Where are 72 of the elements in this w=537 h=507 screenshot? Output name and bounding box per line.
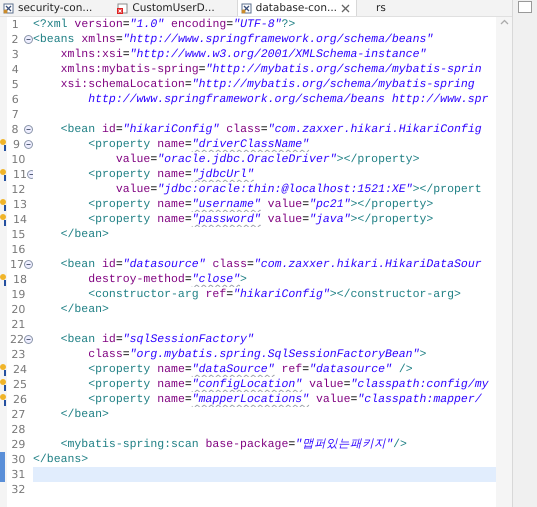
line-number: 20 xyxy=(11,303,26,316)
line-number: 3 xyxy=(12,48,20,61)
line-number: 29 xyxy=(11,438,26,451)
line-number: 12 xyxy=(11,183,26,196)
code-line: </bean> xyxy=(60,228,109,241)
code-line: xmlns:xsi="http://www.w3.org/2001/XMLSchema-instance" xyxy=(60,48,426,61)
line-number: 10 xyxy=(11,153,26,166)
error-file-icon xyxy=(117,2,128,14)
line-number: 1 xyxy=(12,18,20,31)
line-number: 22 xyxy=(10,333,24,346)
line-number: 19 xyxy=(11,288,26,301)
line-number: 25 xyxy=(13,378,27,391)
line-number: 26 xyxy=(13,393,27,406)
code-line: <property name="mapperLocations" value="classpath:mapper/ xyxy=(87,393,482,406)
code-line: </bean> xyxy=(60,408,109,421)
code-line: <property name="username" value="pc21"></property> xyxy=(87,198,434,211)
collapse-icon[interactable] xyxy=(24,35,33,44)
code-line: xsi:schemaLocation="http://mybatis.org/schema/mybatis-spring xyxy=(60,78,475,91)
code-line: <property name="configLocation" value="classpath:config/my xyxy=(87,378,489,391)
code-line: destroy-method="close"> xyxy=(87,273,247,286)
code-line: <constructor-arg ref="hikariConfig"></constructor-arg> xyxy=(87,288,461,301)
line-number: 16 xyxy=(11,243,26,256)
code-line: </beans> xyxy=(33,453,88,466)
maximize-button[interactable] xyxy=(518,1,532,13)
code-line: class="org.mybatis.spring.SqlSessionFactoryBean"> xyxy=(87,348,426,361)
collapse-icon[interactable] xyxy=(24,125,33,134)
editor-tab[interactable]: rs xyxy=(373,0,392,16)
line-number: 31 xyxy=(11,468,26,481)
code-line: <mybatis-spring:scan base-package="맵퍼있는패키지"/> xyxy=(60,438,407,451)
code-line: value="jdbc:oracle:thin:@localhost:1521:XE"></propert xyxy=(114,183,482,196)
line-number: 2 xyxy=(11,33,20,46)
code-line: <?xml version="1.0" encoding="UTF-8"?> xyxy=(33,18,296,31)
code-line: value="oracle.jdbc.OracleDriver"></property> xyxy=(114,153,420,166)
line-number: 11 xyxy=(13,168,27,181)
line-number: 28 xyxy=(11,423,26,436)
code-line: <bean id="sqlSessionFactory" xyxy=(60,333,254,346)
code-line: <property name="dataSource" ref="datasource" /> xyxy=(87,363,413,376)
line-number: 18 xyxy=(13,273,27,286)
collapse-icon[interactable] xyxy=(24,260,33,269)
line-number: 4 xyxy=(12,63,20,76)
line-number: 7 xyxy=(12,108,20,121)
line-number: 30 xyxy=(11,453,26,466)
editor-tab[interactable]: CustomUserD... xyxy=(114,0,221,16)
line-number: 15 xyxy=(11,228,26,241)
line-number: 17 xyxy=(10,258,24,271)
collapse-icon[interactable] xyxy=(24,140,33,149)
code-line: <property name="jdbcUrl" xyxy=(87,168,254,181)
line-number: 32 xyxy=(11,483,26,496)
code-line: <property name="driverClassName" xyxy=(87,138,310,151)
line-number: 5 xyxy=(12,78,20,91)
line-number: 6 xyxy=(12,93,20,106)
xml-file-icon xyxy=(3,2,14,14)
editor-tab[interactable]: security-con... xyxy=(0,0,98,16)
line-number: 14 xyxy=(13,213,27,226)
line-number: 8 xyxy=(11,123,20,136)
code-line: http://www.springframework.org/schema/beans http://www.spr xyxy=(87,93,488,106)
code-line: </bean> xyxy=(60,303,109,316)
collapse-icon[interactable] xyxy=(24,335,33,344)
xml-file-icon xyxy=(240,2,252,14)
code-line: <bean id="hikariConfig" class="com.zaxxer.hikari.HikariConfig xyxy=(60,123,482,136)
code-line: <property name="password" value="java"></property> xyxy=(87,213,434,226)
code-line: <bean id="datasource" class="com.zaxxer.hikari.HikariDataSour xyxy=(60,258,482,271)
editor-tab[interactable]: database-con... xyxy=(236,0,358,16)
code-line: <beans xmlns="http://www.springframework.org/schema/beans" xyxy=(33,33,434,46)
line-number: 21 xyxy=(11,318,26,331)
line-number: 9 xyxy=(13,138,21,151)
close-icon[interactable] xyxy=(341,4,350,12)
code-line: xmlns:mybatis-spring="http://mybatis.org/schema/mybatis-sprin xyxy=(60,63,482,76)
line-number: 13 xyxy=(13,198,27,211)
line-number: 23 xyxy=(11,348,26,361)
line-number: 24 xyxy=(13,363,27,376)
line-number: 27 xyxy=(11,408,26,421)
